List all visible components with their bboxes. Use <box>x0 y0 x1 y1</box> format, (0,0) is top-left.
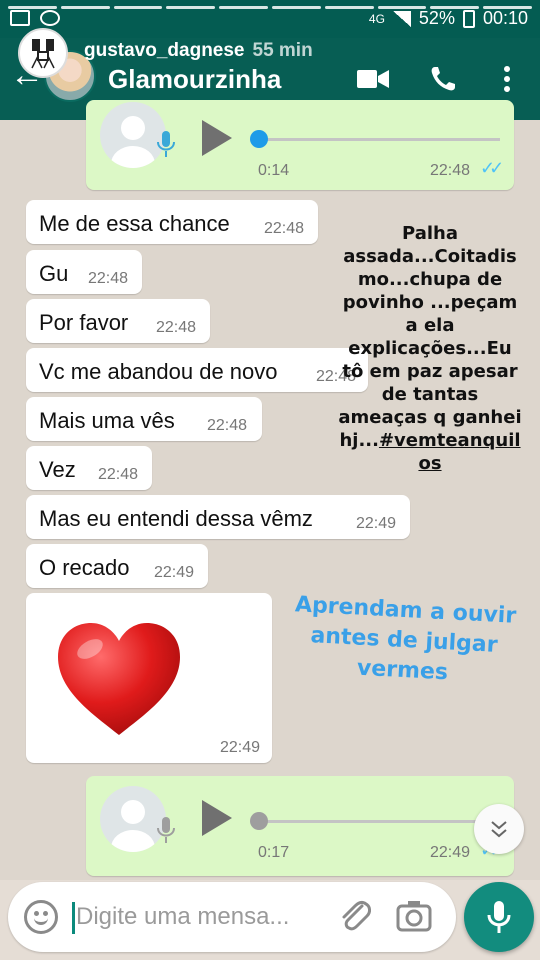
audio-seek-knob[interactable] <box>250 812 268 830</box>
gallery-icon <box>10 10 30 26</box>
system-status: 4G 52% 00:10 <box>369 8 528 29</box>
message-bubble[interactable]: Mais uma vês 22:48 <box>26 397 262 441</box>
voice-record-button[interactable] <box>464 882 534 952</box>
message-input-bar <box>8 882 456 952</box>
message-text: Gu <box>39 261 69 286</box>
heart-icon <box>58 623 180 735</box>
message-time: 22:48 <box>264 220 305 237</box>
logo-icon <box>31 39 55 69</box>
message-time: 22:49 <box>154 564 195 581</box>
battery-icon <box>462 9 475 28</box>
story-caption-black: Palha assada...Coitadis mo...chupa de povin… <box>330 222 530 475</box>
message-text: Por favor <box>39 310 129 335</box>
story-caption-black-line: Palha <box>402 223 458 244</box>
microphone-icon <box>487 901 511 933</box>
audio-time: 22:48 <box>430 162 471 179</box>
story-caption-black-line: a ela <box>405 315 455 336</box>
story-avatar[interactable] <box>18 28 68 78</box>
message-time: 22:48 <box>156 319 197 336</box>
story-username-text: gustavo_dagnese <box>84 40 245 61</box>
story-username[interactable]: gustavo_dagnese 55 min <box>84 40 313 62</box>
message-text: O recado <box>39 555 130 580</box>
scroll-down-button[interactable] <box>474 804 524 854</box>
audio-track[interactable] <box>256 820 500 823</box>
emoji-icon[interactable] <box>24 900 58 934</box>
text-cursor <box>72 902 75 934</box>
story-caption-black-line: mo...chupa de <box>357 269 503 290</box>
message-bubble[interactable]: Por favor 22:48 <box>26 299 210 343</box>
story-posted-ago: 55 min <box>252 40 313 61</box>
mic-icon <box>156 130 176 163</box>
message-text: Vc me abandou de novo <box>39 359 278 384</box>
audio-message[interactable]: 0:17 22:49 ✓✓ <box>86 776 514 876</box>
audio-seek-knob[interactable] <box>250 130 268 148</box>
mic-icon <box>156 816 176 849</box>
message-time: 22:49 <box>356 515 397 532</box>
message-bubble[interactable]: Me de essa chance 22:48 <box>26 200 318 244</box>
message-time: 22:49 <box>220 739 261 756</box>
message-bubble[interactable]: Gu 22:48 <box>26 250 142 294</box>
double-chevron-down-icon <box>491 821 507 838</box>
audio-message[interactable]: 0:14 22:48 ✓✓ <box>86 100 514 190</box>
video-call-icon[interactable] <box>356 62 390 96</box>
message-bubble[interactable]: Vez 22:48 <box>26 446 152 490</box>
read-ticks-icon: ✓✓ <box>480 158 504 178</box>
phone-call-icon[interactable] <box>426 62 460 96</box>
clock: 00:10 <box>482 8 528 28</box>
message-bubble[interactable]: Vc me abandou de novo 22:48 <box>26 348 368 392</box>
message-time: 22:48 <box>207 417 248 434</box>
battery-level: 52% <box>418 8 455 28</box>
story-caption-black-line: explicações...Eu <box>348 338 512 359</box>
play-icon[interactable] <box>202 800 232 836</box>
message-input[interactable] <box>76 900 320 934</box>
story-caption-black-line: tô em paz apesar <box>342 361 518 382</box>
status-bar: 4G 52% 00:10 <box>0 0 540 38</box>
more-options-icon[interactable] <box>490 62 524 96</box>
audio-track[interactable] <box>256 138 500 141</box>
message-text: Me de essa chance <box>39 211 230 236</box>
audio-duration: 0:17 <box>258 844 290 861</box>
story-caption-black-line: assada...Coitadis <box>343 246 517 267</box>
message-time: 22:48 <box>88 270 129 287</box>
audio-duration: 0:14 <box>258 162 290 179</box>
play-icon[interactable] <box>202 120 232 156</box>
signal-icon <box>392 10 411 27</box>
message-bubble[interactable]: Mas eu entendi dessa vêmz 22:49 <box>26 495 410 539</box>
message-text: Mas eu entendi dessa vêmz <box>39 506 313 531</box>
emoji-message[interactable]: 22:49 <box>26 593 272 763</box>
contact-name[interactable]: Glamourzinha <box>108 64 281 95</box>
network-type: 4G <box>368 11 385 26</box>
story-caption-blue: Aprendam a ouvir antes de julgar vermes <box>284 590 524 692</box>
notification-icons <box>10 10 60 26</box>
fan-icon <box>40 10 60 26</box>
story-caption-black-line: povinho ...peçam <box>342 292 518 313</box>
camera-icon[interactable] <box>394 896 434 941</box>
story-caption-black-line: os <box>418 453 442 474</box>
audio-time: 22:49 <box>430 844 471 861</box>
message-bubble[interactable]: O recado 22:49 <box>26 544 208 588</box>
message-text: Mais uma vês <box>39 408 175 433</box>
story-caption-black-line: ameaças q ganhei <box>338 407 522 428</box>
message-time: 22:48 <box>98 466 139 483</box>
message-text: Vez <box>39 457 76 482</box>
story-caption-black-line: de tantas <box>381 384 479 405</box>
attach-clip-icon[interactable] <box>338 898 372 941</box>
story-caption-black-line: hj...#vemteanquil <box>339 430 521 451</box>
